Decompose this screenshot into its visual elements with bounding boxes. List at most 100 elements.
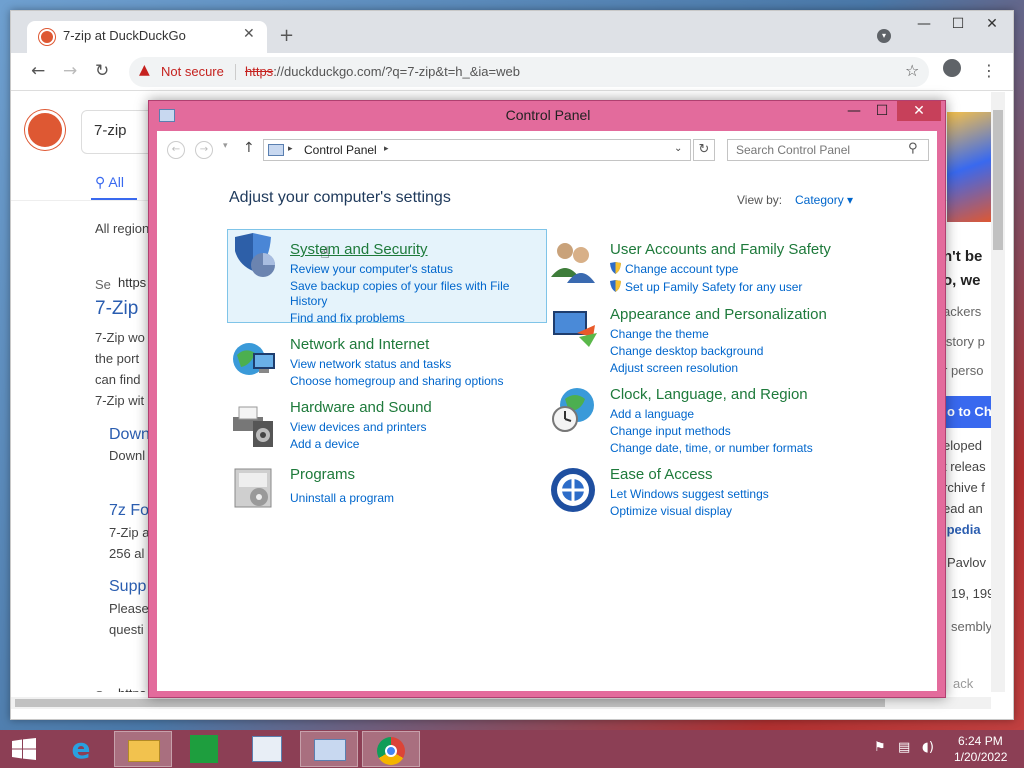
network-icon[interactable]: ▤ — [898, 740, 910, 755]
category-user-accounts[interactable]: User Accounts and Family Safety — [610, 241, 831, 258]
result4-title[interactable]: Supp — [109, 578, 146, 596]
promo-illustration — [947, 112, 991, 222]
link-devices-printers[interactable]: View devices and printers — [290, 420, 427, 434]
link-optimize-display[interactable]: Optimize visual display — [610, 504, 732, 518]
cp-maximize-button[interactable]: ☐ — [869, 101, 895, 121]
horizontal-scrollbar[interactable] — [11, 697, 991, 709]
wiki-line: ead an — [943, 501, 983, 516]
scrollbar-thumb[interactable] — [993, 110, 1003, 250]
taskbar-file-explorer[interactable] — [114, 731, 172, 767]
forward-icon[interactable]: → — [63, 61, 77, 81]
link-desktop-background[interactable]: Change desktop background — [610, 344, 763, 358]
tab-search-icon[interactable]: ▾ — [877, 29, 891, 43]
category-network-and-internet[interactable]: Network and Internet — [290, 336, 429, 353]
breadcrumb-chevron-icon[interactable]: ▸ — [384, 144, 389, 154]
minimize-button[interactable]: — — [907, 13, 941, 35]
promo-line: r perso — [943, 363, 984, 378]
taskbar-control-panel[interactable] — [300, 731, 358, 767]
reload-icon[interactable]: ↻ — [95, 61, 109, 81]
back-icon[interactable]: ← — [31, 61, 45, 81]
page-title: Adjust your computer's settings — [229, 189, 451, 206]
internet-explorer-icon[interactable]: e — [64, 734, 98, 764]
cp-back-icon[interactable]: ← — [167, 141, 185, 159]
category-hardware-and-sound[interactable]: Hardware and Sound — [290, 399, 432, 416]
back-link[interactable]: ack — [953, 676, 973, 691]
result2-line: Downl — [109, 448, 146, 463]
region-selector[interactable]: All region — [95, 221, 149, 236]
promo-button-label: o to Ch — [947, 404, 992, 419]
new-tab-button[interactable]: + — [279, 25, 294, 46]
cp-refresh-icon[interactable]: ↻ — [693, 139, 715, 161]
breadcrumb-chevron-icon[interactable]: ▸ — [288, 144, 293, 154]
warning-icon[interactable]: ▲ — [139, 62, 150, 78]
link-screen-resolution[interactable]: Adjust screen resolution — [610, 361, 738, 375]
link-family-safety[interactable]: Set up Family Safety for any user — [610, 280, 802, 294]
account-avatar-icon[interactable] — [943, 59, 961, 77]
category-ease-of-access[interactable]: Ease of Access — [610, 466, 713, 483]
breadcrumb-control-panel[interactable]: Control Panel — [304, 143, 377, 157]
wikipedia-link[interactable]: ipedia — [943, 522, 981, 537]
wiki-line: rchive f — [943, 480, 985, 495]
link-add-language[interactable]: Add a language — [610, 407, 694, 421]
store-icon[interactable] — [190, 735, 218, 763]
address-dropdown-icon[interactable]: ⌄ — [674, 143, 682, 154]
flag-icon[interactable]: ⚑ — [874, 740, 886, 755]
get-chrome-extension-button[interactable]: o to Ch — [943, 396, 992, 428]
document-app-icon[interactable] — [252, 736, 282, 762]
result4-line: questi — [109, 622, 144, 637]
result5-site[interactable]: https — [118, 686, 146, 692]
result2-title[interactable]: Down — [109, 426, 150, 444]
view-by-dropdown[interactable]: Category ▾ — [795, 193, 853, 207]
tab-all[interactable]: ⚲ All — [95, 174, 124, 191]
volume-icon[interactable]: ◖) — [922, 740, 934, 755]
link-review-status[interactable]: Review your computer's status — [290, 262, 453, 276]
duckduckgo-logo-icon[interactable] — [25, 110, 65, 150]
link-change-account-type[interactable]: Change account type — [610, 262, 738, 276]
link-save-backup-cont[interactable]: History — [290, 294, 327, 308]
recent-locations-icon[interactable]: ▾ — [223, 141, 228, 151]
result1-line: the port — [95, 351, 140, 366]
result3-title[interactable]: 7z Fo — [109, 502, 149, 520]
clock-date[interactable]: 1/20/2022 — [954, 750, 1007, 764]
link-date-time-formats[interactable]: Change date, time, or number formats — [610, 441, 813, 455]
category-programs[interactable]: Programs — [290, 466, 355, 483]
url-text[interactable]: https://duckduckgo.com/?q=7-zip&t=h_&ia=… — [245, 64, 520, 79]
cp-minimize-button[interactable]: — — [841, 101, 867, 121]
network-globe-icon — [233, 343, 275, 375]
result1-title[interactable]: 7-Zip — [95, 298, 138, 320]
not-secure-label[interactable]: Not secure — [161, 64, 224, 79]
tab-close-icon[interactable]: ✕ — [243, 26, 255, 42]
search-icon: ⚲ — [908, 141, 918, 156]
category-clock-language-region[interactable]: Clock, Language, and Region — [610, 386, 808, 403]
result1-site[interactable]: https — [118, 275, 146, 290]
infobox-line: 19, 199 — [951, 586, 995, 601]
cp-forward-icon[interactable]: → — [195, 141, 213, 159]
link-find-fix[interactable]: Find and fix problems — [290, 311, 405, 325]
promo-line: istory p — [943, 334, 985, 349]
clock-time[interactable]: 6:24 PM — [958, 734, 1003, 748]
address-bar[interactable]: ▲ Not secure https://duckduckgo.com/?q=7… — [129, 57, 929, 87]
link-change-theme[interactable]: Change the theme — [610, 327, 709, 341]
maximize-button[interactable]: ☐ — [941, 13, 975, 35]
link-input-methods[interactable]: Change input methods — [610, 424, 731, 438]
link-add-device[interactable]: Add a device — [290, 437, 359, 451]
category-appearance[interactable]: Appearance and Personalization — [610, 306, 827, 323]
cp-search-input[interactable]: Search Control Panel ⚲ — [727, 139, 929, 161]
menu-kebab-icon[interactable]: ⋮ — [981, 61, 997, 80]
browser-tab[interactable]: 7-zip at DuckDuckGo ✕ — [27, 21, 267, 53]
category-system-and-security[interactable]: System and Security — [290, 241, 428, 258]
taskbar-chrome[interactable] — [362, 731, 420, 767]
up-icon[interactable]: ↑ — [243, 140, 255, 156]
link-network-status[interactable]: View network status and tasks — [290, 357, 451, 371]
start-windows-icon[interactable] — [12, 738, 36, 760]
link-homegroup[interactable]: Choose homegroup and sharing options — [290, 374, 503, 388]
link-suggest-settings[interactable]: Let Windows suggest settings — [610, 487, 769, 501]
link-save-backup[interactable]: Save backup copies of your files with Fi… — [290, 279, 509, 293]
cp-address-bar[interactable]: ▸ Control Panel ▸ ⌄ — [263, 139, 691, 161]
close-button[interactable]: ✕ — [975, 13, 1009, 35]
vertical-scrollbar[interactable] — [991, 92, 1005, 692]
cp-close-button[interactable]: ✕ — [897, 101, 941, 121]
hscroll-thumb[interactable] — [15, 699, 885, 707]
bookmark-star-icon[interactable]: ☆ — [905, 61, 919, 80]
link-uninstall-program[interactable]: Uninstall a program — [290, 491, 394, 505]
